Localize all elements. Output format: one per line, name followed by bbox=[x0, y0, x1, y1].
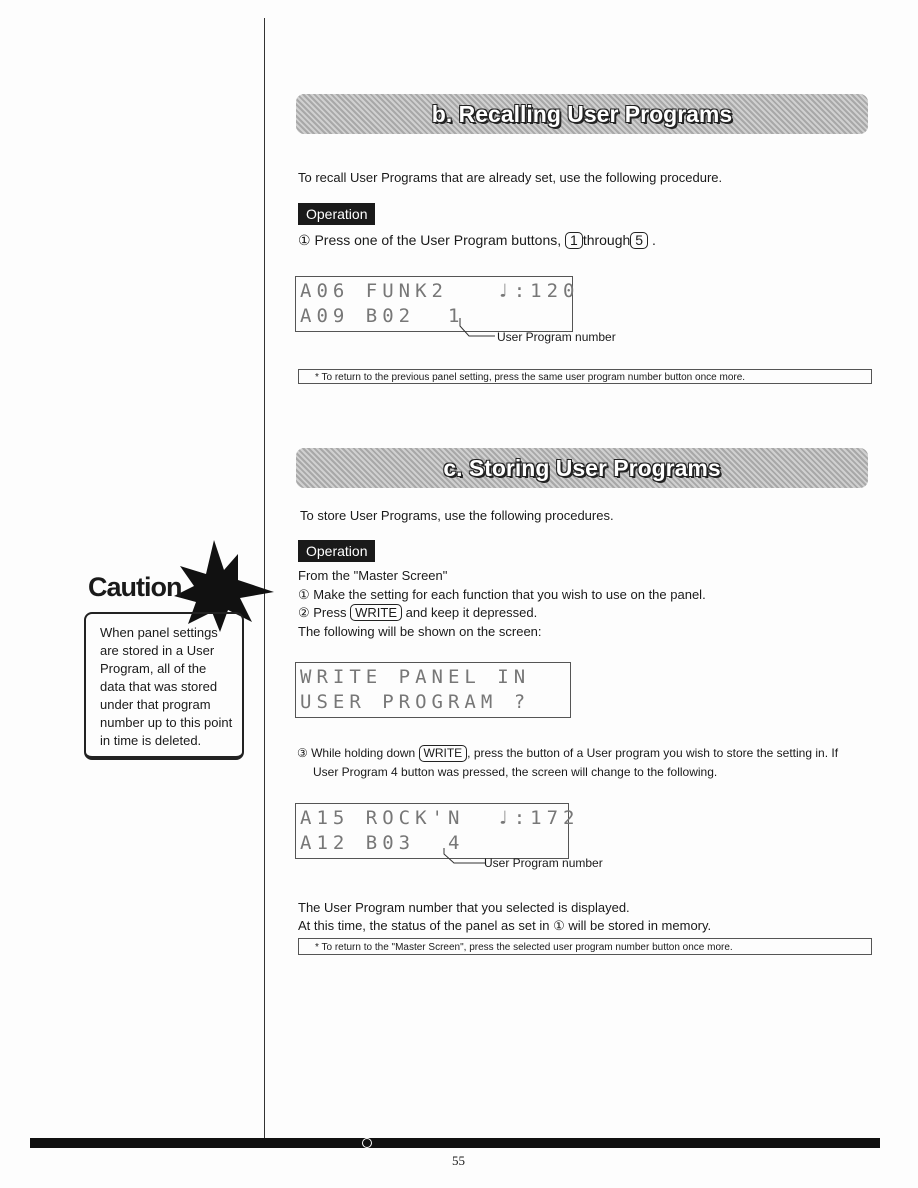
lcd-display-stored: A15 ROCK'N ♩:172 A12 B03 4 bbox=[295, 803, 580, 859]
lcd-line: A15 ROCK'N ♩:172 bbox=[300, 807, 580, 829]
footer-bar bbox=[30, 1138, 880, 1148]
caution-box: When panel settings are stored in a User… bbox=[84, 612, 244, 760]
manual-page: b. Recalling User Programs To recall Use… bbox=[0, 0, 918, 1188]
result-text: The User Program number that you selecte… bbox=[298, 900, 630, 915]
registration-mark-icon bbox=[362, 1138, 372, 1148]
section-b-banner: b. Recalling User Programs bbox=[296, 94, 868, 134]
section-c-intro: To store User Programs, use the followin… bbox=[300, 508, 614, 523]
caution-title: Caution bbox=[88, 572, 182, 602]
callout-line bbox=[459, 318, 495, 337]
step-text: ② Press bbox=[298, 605, 347, 620]
write-key: WRITE bbox=[418, 745, 468, 762]
from-text: From the "Master Screen" bbox=[298, 568, 448, 583]
section-b-note: * To return to the previous panel settin… bbox=[298, 369, 872, 384]
write-key: WRITE bbox=[350, 604, 403, 621]
step-text: and keep it depressed. bbox=[405, 605, 538, 620]
lcd-display-write: WRITE PANEL IN USER PROGRAM ? bbox=[295, 662, 571, 718]
lcd-line: WRITE PANEL IN bbox=[300, 666, 531, 688]
step-text: ③ While holding down bbox=[297, 746, 416, 760]
lcd-line: A06 FUNK2 ♩:120 bbox=[300, 280, 580, 302]
key-1: 1 bbox=[565, 232, 583, 249]
section-b-step1: ① Press one of the User Program buttons,… bbox=[298, 232, 656, 249]
section-c-note: * To return to the "Master Screen", pres… bbox=[298, 938, 872, 955]
result-text: At this time, the status of the panel as… bbox=[298, 918, 712, 933]
step-text: . bbox=[651, 232, 656, 248]
operation-label: Operation bbox=[298, 540, 376, 562]
callout-line bbox=[443, 848, 486, 864]
section-c-step3-line2: User Program 4 button was pressed, the s… bbox=[313, 765, 718, 779]
step-text: through bbox=[582, 232, 631, 248]
step-text: , press the button of a User program you… bbox=[467, 746, 839, 760]
lcd-line: A12 B03 4 bbox=[300, 832, 465, 854]
following-text: The following will be shown on the scree… bbox=[298, 624, 542, 639]
section-b-title: b. Recalling User Programs bbox=[431, 100, 733, 127]
section-c-title: c. Storing User Programs bbox=[443, 454, 721, 481]
section-c-step2: ② Press WRITE and keep it depressed. bbox=[298, 604, 537, 621]
section-b-intro: To recall User Programs that are already… bbox=[298, 170, 723, 185]
operation-label: Operation bbox=[298, 203, 376, 225]
lcd-line: USER PROGRAM ? bbox=[300, 691, 531, 713]
lcd-line: A09 B02 1 bbox=[300, 305, 465, 327]
callout-label: User Program number bbox=[497, 330, 616, 344]
lcd-display-recall: A06 FUNK2 ♩:120 A09 B02 1 bbox=[295, 276, 580, 332]
section-c-step3: ③ While holding down WRITE, press the bu… bbox=[297, 745, 838, 762]
callout-label: User Program number bbox=[484, 856, 603, 870]
section-c-step1: ① Make the setting for each function tha… bbox=[298, 587, 706, 602]
key-5: 5 bbox=[630, 232, 649, 249]
section-c-banner: c. Storing User Programs bbox=[296, 448, 868, 488]
step-text: ① Press one of the User Program buttons, bbox=[298, 232, 562, 248]
page-number: 55 bbox=[452, 1153, 465, 1168]
